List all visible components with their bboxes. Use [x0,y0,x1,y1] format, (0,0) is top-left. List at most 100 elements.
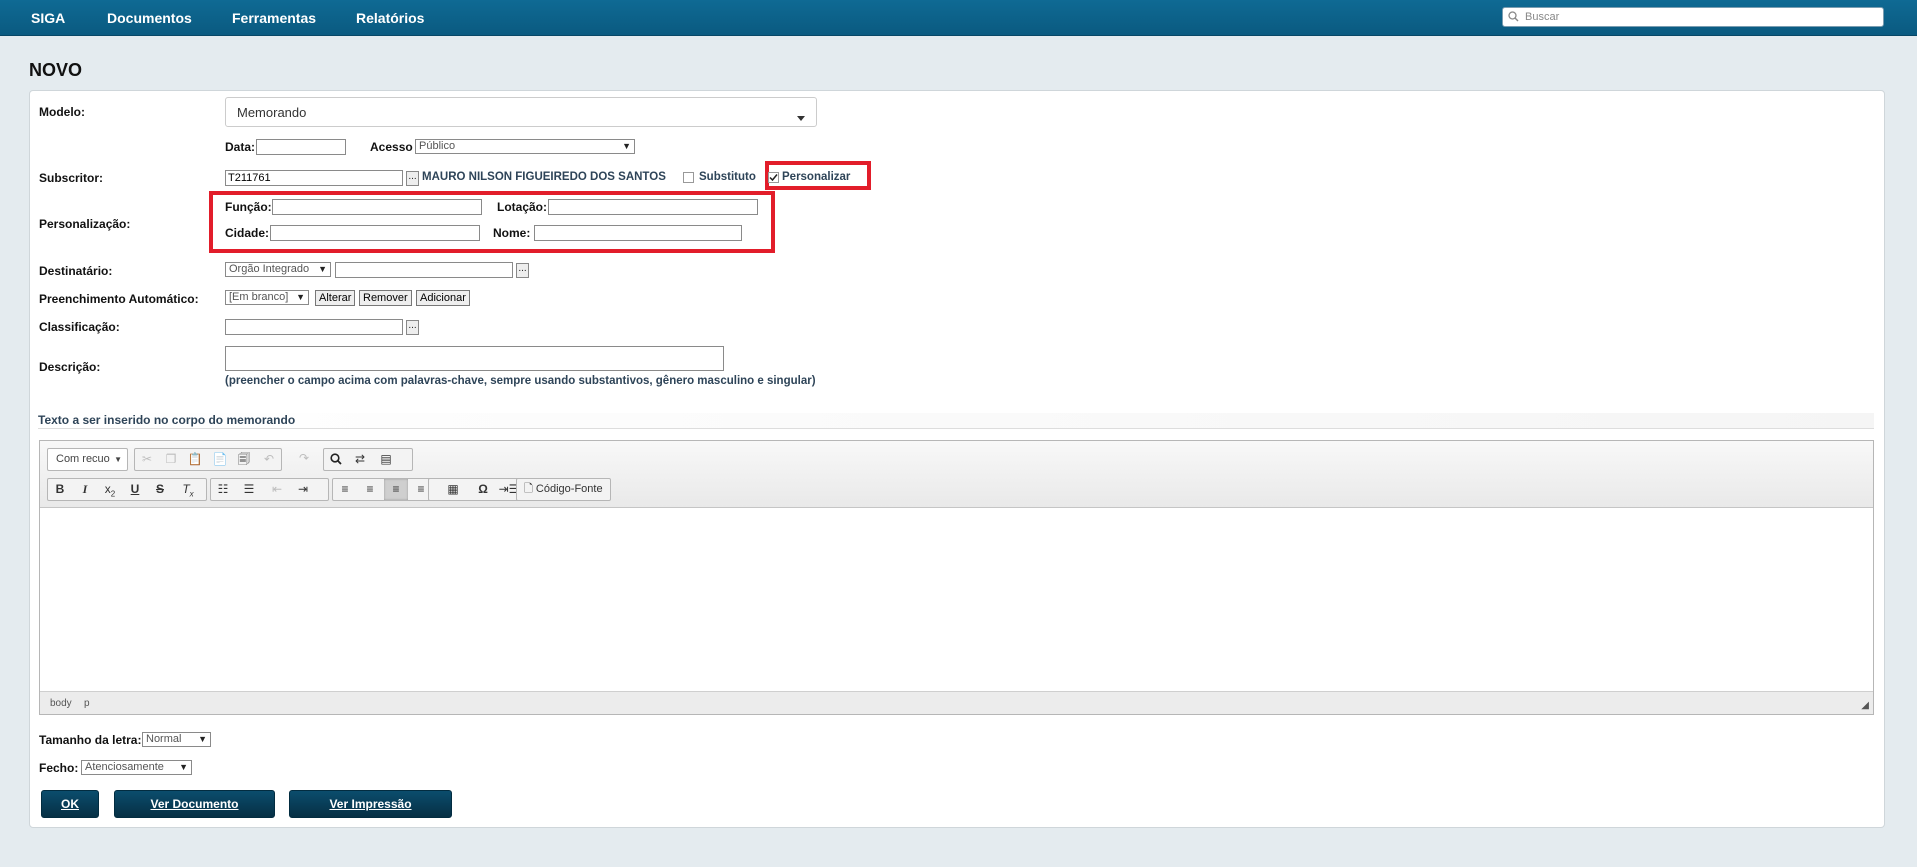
preenchimento-label: Preenchimento Automático: [39,292,199,306]
chevron-down-icon: ▼ [198,734,207,744]
funcao-input[interactable] [272,199,482,215]
tamanho-value: Normal [146,733,182,745]
select-all-icon[interactable]: ▤ [374,449,398,470]
insert-group: ▦ Ω ⇥☰ [428,478,528,501]
lotacao-input[interactable] [548,199,758,215]
personalizacao-label: Personalização: [39,217,131,231]
format-combo[interactable]: Com recuo ▼ [47,448,128,471]
data-input[interactable] [256,139,346,155]
subscritor-label: Subscritor: [39,171,104,185]
rich-text-editor: Com recuo ▼ ✂ ❐ 📋 📄 🗐 ↶ ↷ ⇄ ▤ B I x2 U S… [39,440,1874,715]
tamanho-select[interactable]: Normal ▼ [142,732,211,747]
adicionar-button[interactable]: Adicionar [416,290,470,306]
ok-button[interactable]: OK [41,790,99,818]
preenchimento-value: [Em branco] [229,291,289,303]
descricao-label: Descrição: [39,360,101,374]
nav-documentos[interactable]: Documentos [107,10,192,26]
path-body[interactable]: body [50,698,72,709]
copy-icon[interactable]: ❐ [159,449,183,470]
classificacao-label: Classificação: [39,320,120,334]
nav-relatorios[interactable]: Relatórios [356,10,424,26]
lotacao-label: Lotação: [497,200,548,214]
alterar-button[interactable]: Alterar [315,290,356,306]
style-group: B I x2 U S Tx [47,478,207,501]
acesso-select[interactable]: Público ▼ [415,139,635,154]
destinatario-search-button[interactable]: ... [516,263,529,278]
paste-text-icon[interactable]: 📄 [208,449,232,470]
editor-footer: body p ◢ [40,691,1873,714]
descricao-hint: (preencher o campo acima com palavras-ch… [225,375,816,387]
ok-label: OK [61,797,79,811]
chevron-down-icon: ▼ [179,762,188,772]
classificacao-search-button[interactable]: ... [406,320,419,335]
list-group: ☷ ☰ ⇤ ⇥ [210,478,329,501]
nav-siga[interactable]: SIGA [31,10,65,26]
paste-word-icon[interactable]: 🗐 [232,449,256,470]
bold-icon[interactable]: B [48,479,72,500]
ver-documento-button[interactable]: Ver Documento [114,790,275,818]
search-input[interactable] [1523,9,1879,25]
chevron-down-icon: ▼ [622,141,631,151]
subscript-icon[interactable]: x2 [98,479,122,500]
bullet-list-icon[interactable]: ☰ [237,479,261,500]
subscritor-name: MAURO NILSON FIGUEIREDO DOS SANTOS [422,171,666,183]
destinatario-type-select[interactable]: Orgão Integrado ▼ [225,262,331,277]
resize-handle-icon[interactable]: ◢ [1861,700,1869,711]
substituto-checkbox[interactable] [683,172,694,183]
indent-icon[interactable]: ⇥ [291,479,315,500]
ver-impressao-label: Ver Impressão [329,797,412,811]
classificacao-input[interactable] [225,319,403,335]
modelo-select[interactable]: Memorando [225,97,817,127]
chevron-down-icon [797,110,805,124]
fecho-value: Atenciosamente [85,761,164,773]
fecho-select[interactable]: Atenciosamente ▼ [81,760,192,775]
fecho-label: Fecho: [39,761,79,775]
source-icon: 🗋 [524,483,533,495]
remove-format-icon[interactable]: Tx [176,479,200,500]
align-left-icon[interactable]: ≡ [333,479,357,500]
clipboard-group: ✂ ❐ 📋 📄 🗐 ↶ [134,448,282,471]
align-group: ≡ ≡ ≡ ≡ [332,478,436,501]
paste-icon[interactable]: 📋 [183,449,207,470]
remover-button[interactable]: Remover [359,290,412,306]
redo-icon[interactable]: ↷ [292,448,316,469]
numbered-list-icon[interactable]: ☷ [211,479,235,500]
outdent-icon[interactable]: ⇤ [265,479,289,500]
find-icon[interactable] [324,449,348,470]
underline-icon[interactable]: U [123,479,147,500]
special-char-icon[interactable]: Ω [471,479,495,500]
align-justify-icon[interactable]: ≡ [384,479,408,500]
replace-icon[interactable]: ⇄ [348,449,372,470]
nav-ferramentas[interactable]: Ferramentas [232,10,316,26]
cut-icon[interactable]: ✂ [135,449,159,470]
path-p[interactable]: p [84,698,90,709]
align-center-icon[interactable]: ≡ [358,479,382,500]
subscritor-code-input[interactable] [225,170,403,186]
modelo-label: Modelo: [39,105,85,119]
funcao-label: Função: [225,200,272,214]
personalizar-label: Personalizar [782,171,851,183]
tamanho-label: Tamanho da letra: [39,733,142,747]
search-icon [1508,11,1519,25]
data-label: Data: [225,140,256,154]
strikethrough-icon[interactable]: S [148,479,172,500]
nome-label: Nome: [493,226,531,240]
ver-impressao-button[interactable]: Ver Impressão [289,790,452,818]
page-title: NOVO [29,60,83,80]
chevron-down-icon: ▼ [318,264,327,274]
cidade-label: Cidade: [225,226,270,240]
subscritor-search-button[interactable]: ... [406,171,419,186]
cidade-input[interactable] [270,225,480,241]
descricao-textarea[interactable] [225,346,724,371]
table-icon[interactable]: ▦ [441,479,465,500]
chevron-down-icon: ▼ [114,455,122,464]
source-button[interactable]: 🗋 Código-Fonte [519,479,609,500]
destinatario-input[interactable] [335,262,513,278]
chevron-down-icon: ▼ [296,292,305,302]
nome-input[interactable] [534,225,742,241]
editor-content-area[interactable] [40,509,1873,691]
italic-icon[interactable]: I [73,479,97,500]
source-label: Código-Fonte [535,483,603,495]
preenchimento-select[interactable]: [Em branco] ▼ [225,290,309,305]
personalizar-checkbox[interactable] [768,172,779,183]
